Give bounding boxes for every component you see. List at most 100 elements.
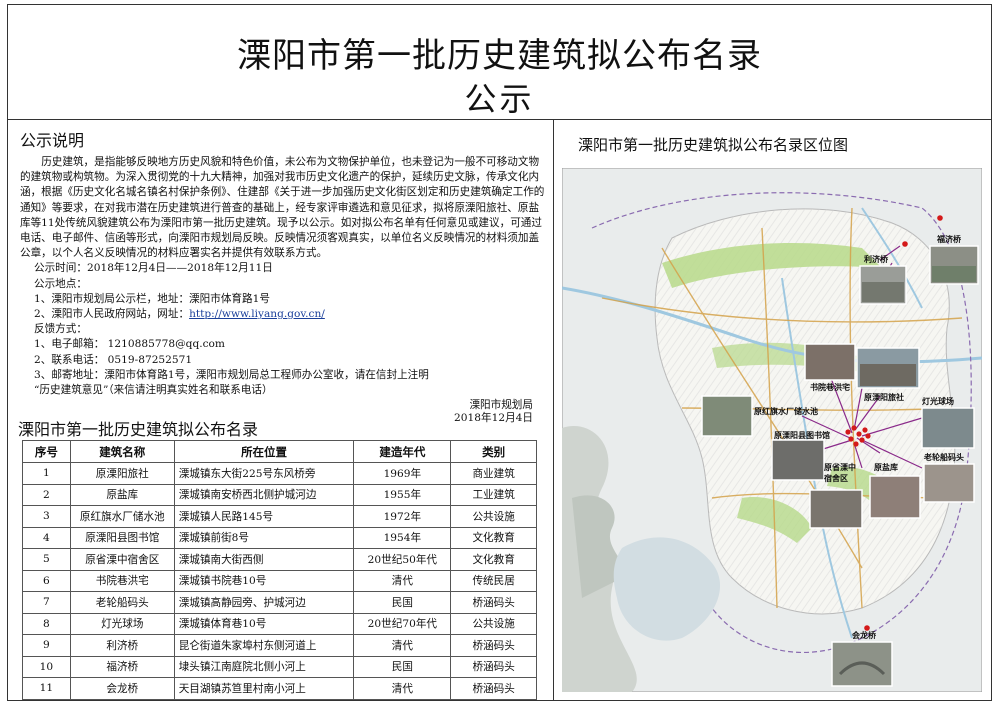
cell-era: 清代: [353, 677, 452, 700]
cell-category: 桥涵码头: [450, 591, 537, 614]
column-header: 建筑名称: [69, 440, 175, 463]
cell-era: 1954年: [353, 526, 452, 549]
marker-dengguang[interactable]: [859, 437, 865, 443]
photo-lvshe-detail: [860, 364, 916, 386]
cell-category: 文化教育: [450, 526, 537, 549]
cell-location: 溧城镇体育巷10号: [173, 612, 355, 635]
table-row: 5 原省溧中宿舍区 溧城镇南大街西侧 20世纪50年代 文化教育: [22, 548, 537, 571]
cell-index: 6: [22, 569, 71, 592]
cell-category: 文化教育: [450, 548, 537, 571]
cell-name: 书院巷洪宅: [69, 569, 175, 592]
column-header: 序号: [22, 440, 71, 463]
label-shuyuan: 书院巷洪宅: [810, 382, 850, 392]
map-heading: 溧阳市第一批历史建筑拟公布名录区位图: [578, 136, 849, 154]
notice-place-heading: 公示地点：: [34, 277, 87, 290]
website-link[interactable]: http://www.liyang.gov.cn/: [189, 308, 325, 320]
cell-name: 原省溧中宿舍区: [69, 548, 175, 571]
notice-section: 公示说明 历史建筑，是指能够反映地方历史风貌和特色价值，未公布为文物保护单位，也…: [20, 125, 545, 427]
marker-liji[interactable]: [902, 241, 908, 247]
marker-fuji[interactable]: [937, 215, 943, 221]
cell-name: 原红旗水厂储水池: [69, 505, 175, 528]
table-row: 10 福济桥 埭头镇江南庭院北侧小河上 民国 桥涵码头: [22, 655, 537, 678]
table-row: 7 老轮船码头 溧城镇高静园旁、护城河边 民国 桥涵码头: [22, 591, 537, 614]
label-matou: 老轮船码头: [923, 452, 964, 462]
cell-location: 溧城镇南大街西侧: [173, 548, 355, 571]
table-row: 11 会龙桥 天目湖镇苏笪里村南小河上 清代 桥涵码头: [22, 677, 537, 700]
label-liji: 利济桥: [863, 254, 889, 264]
cell-location: 埭头镇江南庭院北侧小河上: [173, 655, 355, 678]
cell-category: 工业建筑: [450, 483, 537, 506]
notice-feedback-mail: 3、邮寄地址：溧阳市体育路1号，溧阳市规划局总工程师办公室收，请在信封上注明: [34, 368, 429, 381]
table-row: 3 原红旗水厂储水池 溧城镇人民路145号 1972年 公共设施: [22, 505, 537, 528]
cell-era: 清代: [353, 569, 452, 592]
cell-era: 民国: [353, 655, 452, 678]
cell-category: 公共设施: [450, 505, 537, 528]
table-row: 1 原溧阳旅社 溧城镇东大街225号东风桥旁 1969年 商业建筑: [22, 462, 537, 485]
marker-shuichi[interactable]: [856, 431, 862, 437]
label-tushuguan: 原溧阳县图书馆: [774, 430, 830, 440]
notice-heading: 公示说明: [20, 131, 85, 150]
cell-index: 9: [22, 634, 71, 657]
cell-name: 会龙桥: [69, 677, 175, 700]
table-row: 2 原盐库 溧城镇南安桥西北侧护城河边 1955年 工业建筑: [22, 483, 537, 506]
cell-index: 1: [22, 462, 71, 485]
cell-name: 利济桥: [69, 634, 175, 657]
marker-tushuguan[interactable]: [848, 436, 854, 442]
cell-location: 溧城镇东大街225号东风桥旁: [173, 462, 355, 485]
cell-name: 原溧阳旅社: [69, 462, 175, 485]
photo-yanku: [869, 475, 921, 519]
column-header: 所在位置: [173, 440, 355, 463]
page-title: 溧阳市第一批历史建筑拟公布名录: [237, 36, 762, 76]
cell-category: 公共设施: [450, 612, 537, 635]
photo-tushuguan: [771, 439, 825, 481]
building-table: 序号 建筑名称 所在位置 建造年代 类别 1 原溧阳旅社 溧城镇东大街225号东风桥…: [22, 440, 537, 700]
notice-body: 历史建筑，是指能够反映地方历史风貌和特色价值，未公布为文物保护单位，也未登记为一…: [20, 156, 545, 260]
marker-yanku[interactable]: [862, 427, 868, 433]
cell-location: 溧城镇书院巷10号: [173, 569, 355, 592]
cell-index: 10: [22, 655, 71, 678]
cell-index: 7: [22, 591, 71, 614]
location-map[interactable]: 福济桥 利济桥 书院巷洪宅 原溧阳旅社 原红旗水厂储水池 原溧阳县图书馆 灯光球…: [562, 168, 982, 692]
cell-location: 溧城镇高静园旁、护城河边: [173, 591, 355, 614]
notice-time: 公示时间：2018年12月4日——2018年12月11日: [34, 262, 273, 275]
cell-index: 2: [22, 483, 71, 506]
cell-location: 溧城镇南安桥西北侧护城河边: [173, 483, 355, 506]
marker-matou[interactable]: [865, 433, 871, 439]
table-row: 6 书院巷洪宅 溧城镇书院巷10号 清代 传统民居: [22, 569, 537, 592]
photo-sushe: [809, 489, 863, 529]
title-band: 溧阳市第一批历史建筑拟公布名录 公示: [7, 4, 992, 120]
marker-lvshe[interactable]: [851, 425, 857, 431]
cell-era: 1969年: [353, 462, 452, 485]
notice-place-1: 1、溧阳市规划局公示栏，地址：溧阳市体育路1号: [34, 292, 270, 305]
column-divider: [553, 120, 554, 701]
table-row: 8 灯光球场 溧城镇体育巷10号 20世纪70年代 公共设施: [22, 612, 537, 635]
cell-era: 1972年: [353, 505, 452, 528]
photo-liji-detail: [862, 282, 904, 302]
cell-name: 老轮船码头: [69, 591, 175, 614]
label-huilong: 会龙桥: [852, 630, 877, 640]
marker-huilong[interactable]: [864, 625, 870, 631]
marker-shuyuan[interactable]: [845, 429, 851, 435]
photo-matou: [923, 463, 975, 503]
notice-place-2: 2、溧阳市人民政府网站，网址：http://www.liyang.gov.cn/: [20, 307, 545, 322]
label-sushe-1: 原省溧中: [824, 462, 856, 472]
notice-feedback-mail-note: “历史建筑意见”（来信请注明真实姓名和联系电话）: [34, 384, 273, 397]
photo-dengguang: [921, 407, 975, 449]
label-fuji: 福济桥: [936, 234, 962, 244]
cell-era: 1955年: [353, 483, 452, 506]
notice-place-2-label: 2、溧阳市人民政府网站，网址：: [34, 308, 190, 321]
notice-feedback-email: 1、电子邮箱： 1210885778@qq.com: [34, 338, 225, 351]
label-dengguang: 灯光球场: [922, 396, 954, 406]
label-yanku: 原盐库: [874, 462, 898, 472]
cell-category: 桥涵码头: [450, 634, 537, 657]
cell-location: 昆仑街道朱家埠村东侧河道上: [173, 634, 355, 657]
label-lvshe: 原溧阳旅社: [864, 392, 904, 402]
cell-name: 原盐库: [69, 483, 175, 506]
cell-name: 福济桥: [69, 655, 175, 678]
marker-sushe[interactable]: [853, 441, 859, 447]
cell-location: 天目湖镇苏笪里村南小河上: [173, 677, 355, 700]
table-row: 9 利济桥 昆仑街道朱家埠村东侧河道上 清代 桥涵码头: [22, 634, 537, 657]
notice-feedback-phone: 2、联系电话： 0519-87252571: [34, 353, 193, 366]
cell-category: 商业建筑: [450, 462, 537, 485]
cell-era: 20世纪50年代: [353, 548, 452, 571]
